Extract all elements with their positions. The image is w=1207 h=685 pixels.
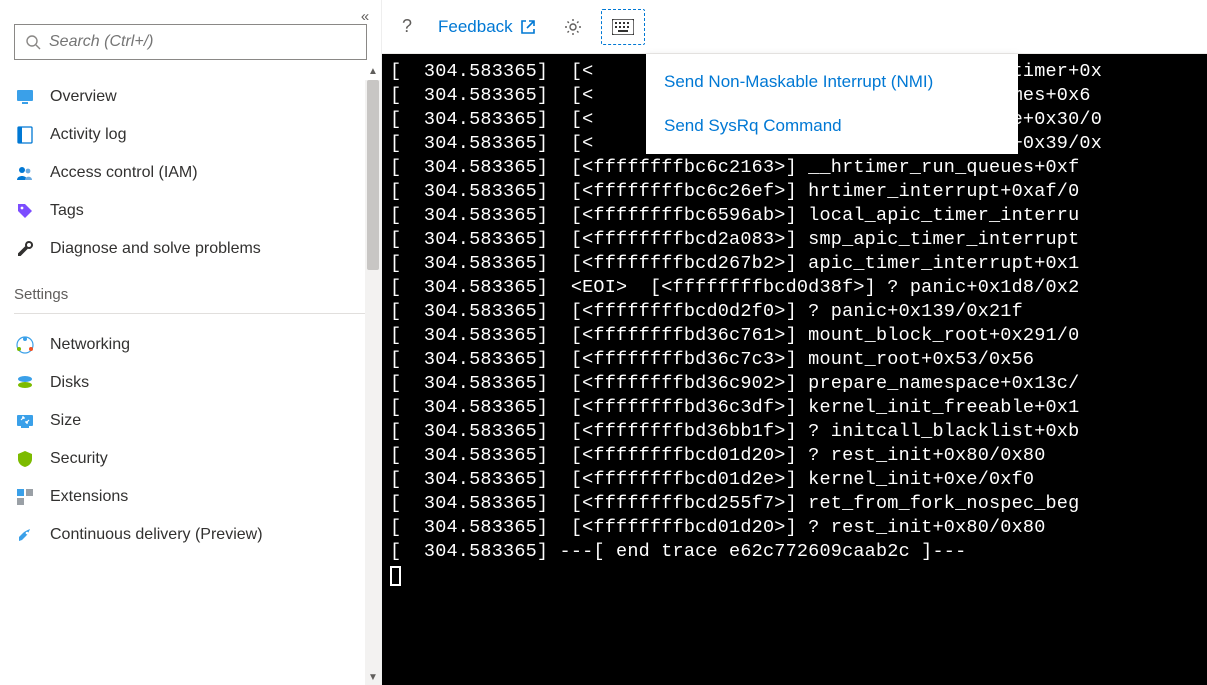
network-icon (14, 334, 36, 356)
sidebar-item-label: Networking (50, 336, 130, 354)
sidebar-item-label: Size (50, 412, 81, 430)
sidebar-item-label: Continuous delivery (Preview) (50, 526, 263, 544)
search-input-container[interactable] (14, 24, 367, 60)
search-input[interactable] (49, 33, 356, 51)
sidebar-item-disks[interactable]: Disks (0, 364, 381, 402)
sidebar-item-security[interactable]: Security (0, 440, 381, 478)
scroll-down-icon[interactable]: ▼ (365, 672, 381, 683)
sidebar-item-tags[interactable]: Tags (0, 192, 381, 230)
disks-icon (14, 372, 36, 394)
feedback-link[interactable]: Feedback (430, 10, 545, 44)
sidebar-scrollbar[interactable]: ▲ ▼ (365, 80, 381, 685)
scrollbar-thumb[interactable] (367, 80, 379, 270)
keyboard-icon (612, 19, 634, 35)
sidebar-item-overview[interactable]: Overview (0, 78, 381, 116)
sidebar-item-continuous-delivery[interactable]: Continuous delivery (Preview) (0, 516, 381, 554)
sidebar-item-size[interactable]: Size (0, 402, 381, 440)
sidebar-item-label: Extensions (50, 488, 128, 506)
sidebar-item-access-control[interactable]: Access control (IAM) (0, 154, 381, 192)
commands-dropdown: Send Non-Maskable Interrupt (NMI) Send S… (646, 54, 1018, 154)
sidebar-item-label: Tags (50, 202, 84, 220)
shield-icon (14, 448, 36, 470)
sidebar-item-networking[interactable]: Networking (0, 326, 381, 364)
scroll-up-icon[interactable]: ▲ (365, 66, 381, 77)
extensions-icon (14, 486, 36, 508)
nav-list-settings: Networking Disks (0, 322, 381, 554)
help-button[interactable]: ? (394, 10, 420, 44)
tag-icon (14, 200, 36, 222)
wrench-icon (14, 238, 36, 260)
sidebar-item-label: Diagnose and solve problems (50, 240, 261, 258)
people-icon (14, 162, 36, 184)
dropdown-item-sysrq[interactable]: Send SysRq Command (646, 104, 1018, 148)
size-icon (14, 410, 36, 432)
collapse-sidebar-button[interactable]: « (355, 6, 375, 26)
divider (14, 313, 367, 314)
sidebar-item-label: Overview (50, 88, 117, 106)
gear-icon (563, 17, 583, 37)
serial-console-commands-button[interactable] (601, 9, 645, 45)
dropdown-item-nmi[interactable]: Send Non-Maskable Interrupt (NMI) (646, 60, 1018, 104)
search-icon (25, 34, 41, 50)
main-panel: ? Feedback (382, 0, 1207, 685)
rocket-icon (14, 524, 36, 546)
feedback-label: Feedback (438, 17, 513, 37)
sidebar-item-activity-log[interactable]: Activity log (0, 116, 381, 154)
sidebar: « Overview (0, 0, 382, 685)
sidebar-item-label: Activity log (50, 126, 126, 144)
sidebar-item-label: Disks (50, 374, 89, 392)
external-link-icon (519, 18, 537, 36)
sidebar-item-extensions[interactable]: Extensions (0, 478, 381, 516)
sidebar-item-diagnose[interactable]: Diagnose and solve problems (0, 230, 381, 268)
help-icon-label: ? (402, 16, 412, 37)
settings-heading: Settings (0, 268, 381, 309)
sidebar-item-label: Security (50, 450, 108, 468)
log-icon (14, 124, 36, 146)
toolbar: ? Feedback (382, 0, 1207, 54)
nav-list-main: Overview Activity log (0, 74, 381, 268)
sidebar-item-label: Access control (IAM) (50, 164, 198, 182)
console-cursor (390, 566, 401, 586)
settings-button[interactable] (555, 10, 591, 44)
monitor-icon (14, 86, 36, 108)
